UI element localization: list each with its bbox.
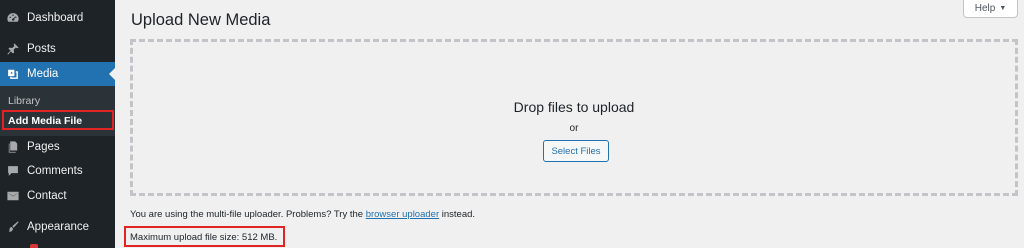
upload-dropzone[interactable]: Drop files to upload or Select Files <box>130 39 1018 196</box>
pages-icon <box>6 140 20 154</box>
sidebar-item-label: Media <box>27 68 59 80</box>
sidebar-item-label: Dashboard <box>27 12 84 24</box>
select-files-button[interactable]: Select Files <box>543 140 609 162</box>
media-icon <box>6 67 20 81</box>
sidebar-item-label: Pages <box>27 141 60 153</box>
uploader-note: You are using the multi-file uploader. P… <box>130 209 475 220</box>
dashboard-icon <box>6 11 20 25</box>
sidebar-item-comments[interactable]: Comments <box>0 159 115 183</box>
sidebar-item-pages[interactable]: Pages <box>0 135 115 159</box>
active-indicator <box>109 68 115 80</box>
pin-icon <box>6 42 20 56</box>
highlight-box-add-media <box>2 110 114 130</box>
sidebar-item-contact[interactable]: Contact <box>0 184 115 208</box>
sidebar-item-appearance[interactable]: Appearance <box>0 215 115 239</box>
submenu-item-library[interactable]: Library <box>0 95 115 107</box>
page-title: Upload New Media <box>131 11 271 29</box>
browser-uploader-link[interactable]: browser uploader <box>366 209 439 220</box>
sidebar-item-media[interactable]: Media <box>0 62 115 86</box>
brush-icon <box>6 220 20 234</box>
comment-icon <box>6 164 20 178</box>
drop-files-heading: Drop files to upload <box>513 99 635 115</box>
sidebar-item-label: Contact <box>27 190 67 202</box>
sidebar-item-posts[interactable]: Posts <box>0 37 115 61</box>
uploader-note-prefix: You are using the multi-file uploader. P… <box>130 209 364 220</box>
mail-icon <box>6 189 20 203</box>
help-label: Help <box>974 3 996 14</box>
caret-down-icon: ▼ <box>999 5 1007 12</box>
admin-sidebar: Dashboard Posts Media Library Add Media … <box>0 0 115 248</box>
highlight-box-max-size <box>124 226 285 247</box>
sidebar-item-label: Posts <box>27 43 56 55</box>
uploader-note-suffix: instead. <box>441 209 476 220</box>
help-button[interactable]: Help ▼ <box>963 0 1018 18</box>
or-separator: or <box>569 123 579 134</box>
sidebar-item-dashboard[interactable]: Dashboard <box>0 6 115 30</box>
sidebar-item-label: Comments <box>27 165 83 177</box>
sidebar-notification-dot <box>30 244 38 248</box>
sidebar-item-label: Appearance <box>27 221 90 233</box>
